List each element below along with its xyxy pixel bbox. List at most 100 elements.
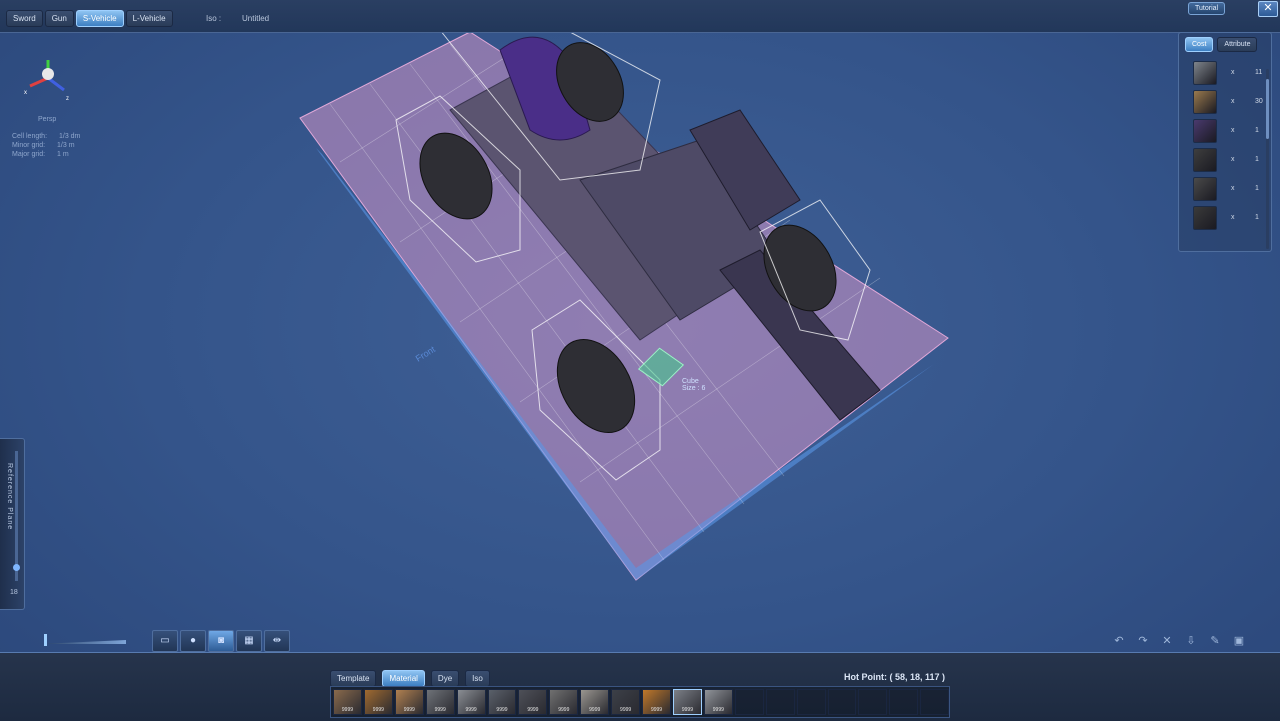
material-quantity: 9999 <box>372 707 384 713</box>
minor-grid-value: 1/3 m <box>57 142 75 149</box>
cost-list: x 11 x 30 x 1 x 1 x 1 x 1 <box>1193 61 1267 235</box>
export-icon[interactable]: ⇩ <box>1182 632 1200 650</box>
iso-label: Iso : <box>206 14 222 23</box>
tab-material[interactable]: Material <box>382 670 425 687</box>
minor-grid-row: Minor grid: 1/3 m <box>12 141 80 150</box>
material-slot[interactable]: 9999 <box>487 689 517 715</box>
tab-attribute[interactable]: Attribute <box>1217 37 1258 52</box>
cost-row[interactable]: x1 <box>1193 206 1267 235</box>
empty-material-slot[interactable] <box>734 689 764 715</box>
cost-scrollbar[interactable] <box>1266 69 1269 249</box>
clear-icon[interactable]: ✕ <box>1158 632 1176 650</box>
reference-plane-label: Reference Plane <box>6 463 13 531</box>
orientation-gizmo[interactable]: x z <box>22 54 74 106</box>
material-slot[interactable]: 9999 <box>703 689 733 715</box>
material-quantity: 9999 <box>496 707 508 713</box>
material-slot[interactable]: 9999 <box>518 689 548 715</box>
cost-count: 1 <box>1255 156 1259 163</box>
tab-dye[interactable]: Dye <box>430 670 460 687</box>
material-quantity: 9999 <box>465 707 477 713</box>
cost-multiplier: x <box>1231 185 1235 192</box>
undo-icon[interactable]: ↶ <box>1110 632 1128 650</box>
cost-row[interactable]: x1 <box>1193 119 1267 148</box>
wheel-icon <box>1193 177 1217 201</box>
tutorial-button[interactable]: Tutorial <box>1188 2 1226 15</box>
redo-icon[interactable]: ↷ <box>1134 632 1152 650</box>
top-bar: Sword Gun S-Vehicle L-Vehicle Iso : Unti… <box>0 0 1280 33</box>
mirror-icon[interactable]: ⇹ <box>264 630 290 652</box>
reference-plane-handle[interactable] <box>13 564 20 571</box>
zoom-handle[interactable] <box>44 634 47 646</box>
cost-count: 1 <box>1255 185 1259 192</box>
vehicle-seat-icon <box>1193 119 1217 143</box>
close-button[interactable]: ✕ <box>1258 1 1278 17</box>
camera-icon[interactable]: ◙ <box>208 630 234 652</box>
major-grid-value: 1 m <box>57 151 69 158</box>
zoom-slider[interactable] <box>40 634 128 646</box>
material-quantity: 9999 <box>558 707 570 713</box>
cursor-label: Cube Size : 6 <box>682 378 705 392</box>
cost-scroll-thumb[interactable] <box>1266 79 1269 139</box>
cost-count: 1 <box>1255 214 1259 221</box>
metal-block-icon <box>1193 61 1217 85</box>
grid-icon[interactable]: ▦ <box>236 630 262 652</box>
tab-template[interactable]: Template <box>330 670 377 687</box>
empty-material-slot[interactable] <box>765 689 795 715</box>
empty-material-slot[interactable] <box>858 689 888 715</box>
wheel-icon <box>1193 148 1217 172</box>
major-grid-row: Major grid: 1 m <box>12 150 80 159</box>
tab-cost[interactable]: Cost <box>1185 37 1214 52</box>
empty-material-slot[interactable] <box>889 689 919 715</box>
material-slot[interactable]: 9999 <box>611 689 641 715</box>
material-slot[interactable]: 9999 <box>456 689 486 715</box>
material-slot[interactable]: 9999 <box>549 689 579 715</box>
cost-row[interactable]: x 30 <box>1193 90 1267 119</box>
material-quantity: 9999 <box>341 707 354 713</box>
cost-multiplier: x <box>1231 214 1235 221</box>
cost-panel: Cost Attribute x 11 x 30 x 1 x 1 x 1 x 1 <box>1178 32 1272 252</box>
empty-material-slot[interactable] <box>920 689 950 715</box>
material-quantity: 9999 <box>403 707 415 713</box>
cost-row[interactable]: x1 <box>1193 177 1267 206</box>
gizmo-z-axis <box>47 76 65 92</box>
material-strip: 9999 9999 9999 9999 9999 9999 9999 9999 9999 9999… <box>330 686 950 718</box>
paint-icon[interactable]: ✎ <box>1206 632 1224 650</box>
material-slot[interactable]: 9999 <box>642 689 671 715</box>
iso-name-field[interactable]: Untitled <box>242 14 269 23</box>
cost-row[interactable]: x 11 <box>1193 61 1267 90</box>
empty-material-slot[interactable] <box>796 689 826 715</box>
material-slot[interactable]: 9999 <box>580 689 610 715</box>
cost-multiplier: x <box>1231 127 1235 134</box>
view-tools: ▭ ● ◙ ▦ ⇹ <box>152 630 290 652</box>
cost-count: 30 <box>1255 98 1263 105</box>
projection-label[interactable]: Persp <box>38 116 56 123</box>
library-tabs: Template Material Dye Iso <box>330 670 490 687</box>
material-quantity: 9999 <box>681 707 693 713</box>
tab-iso[interactable]: Iso <box>465 670 490 687</box>
tab-sword[interactable]: Sword <box>6 10 43 27</box>
reference-plane-panel: Reference Plane 18 <box>0 438 25 610</box>
wheel-icon <box>1193 206 1217 230</box>
cell-length-row: Cell length: 1/3 dm <box>12 132 80 141</box>
frame-icon[interactable]: ▭ <box>152 630 178 652</box>
reference-plane-slider[interactable] <box>15 451 18 581</box>
material-slot[interactable]: 9999 <box>425 689 455 715</box>
zoom-track[interactable] <box>40 640 126 644</box>
cursor-shape-label: Cube <box>682 378 699 385</box>
cost-multiplier: x <box>1231 156 1235 163</box>
material-slot[interactable]: 9999 <box>672 689 702 715</box>
cost-count: 11 <box>1255 69 1263 76</box>
3d-viewport[interactable]: Front <box>0 0 1280 720</box>
edit-tools: ↶ ↷ ✕ ⇩ ✎ ▣ <box>1110 632 1248 650</box>
material-slot[interactable]: 9999 <box>394 689 424 715</box>
cost-row[interactable]: x1 <box>1193 148 1267 177</box>
material-slot[interactable]: 9999 <box>333 689 362 715</box>
material-slot[interactable]: 9999 <box>363 689 393 715</box>
tab-l-vehicle[interactable]: L-Vehicle <box>125 10 173 27</box>
tab-gun[interactable]: Gun <box>44 10 74 27</box>
sphere-icon[interactable]: ● <box>180 630 206 652</box>
tab-s-vehicle[interactable]: S-Vehicle <box>75 10 124 27</box>
gizmo-z-label: z <box>66 96 69 102</box>
empty-material-slot[interactable] <box>827 689 857 715</box>
save-icon[interactable]: ▣ <box>1230 632 1248 650</box>
